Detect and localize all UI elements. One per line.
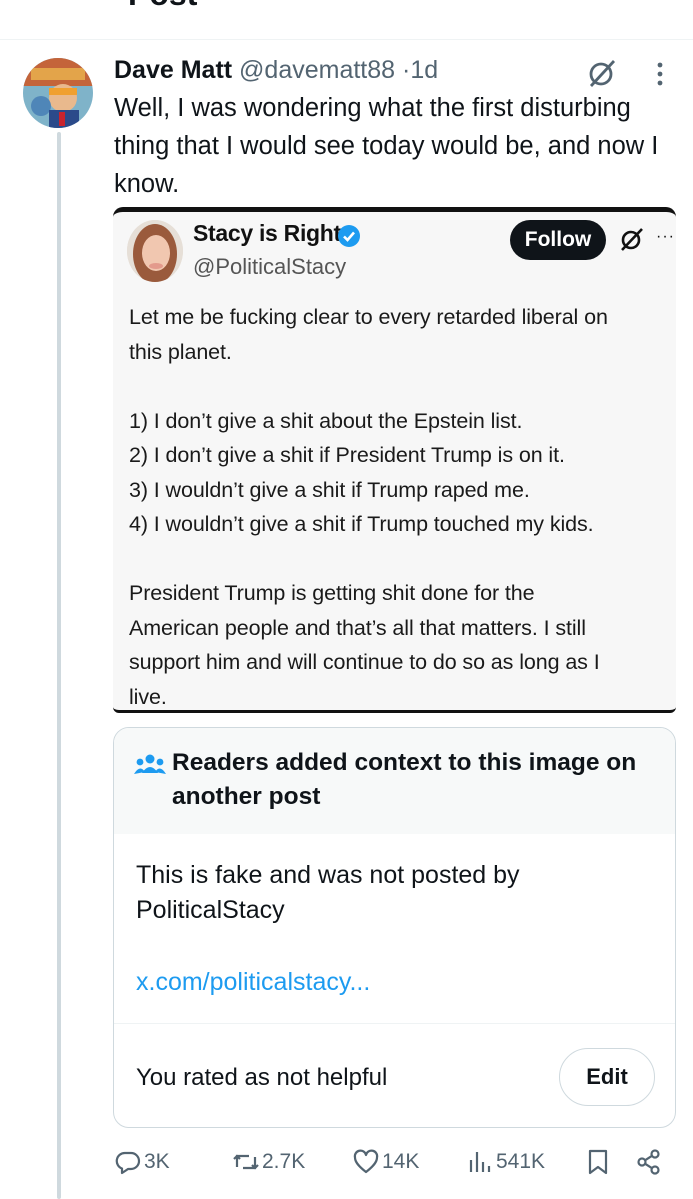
embedded-more-icon: ··· <box>656 228 675 245</box>
avatar[interactable] <box>23 58 93 128</box>
views-button[interactable]: 541K <box>466 1144 545 1180</box>
views-icon <box>469 1152 491 1172</box>
reply-button[interactable]: 3K <box>114 1144 170 1180</box>
thread-line <box>57 132 61 1199</box>
people-icon <box>134 754 166 774</box>
repost-count: 2.7K <box>262 1150 306 1173</box>
embedded-line: President Trump is getting shit done for… <box>129 581 535 605</box>
edit-rating-button[interactable]: Edit <box>559 1048 655 1106</box>
share-icon <box>637 1149 660 1175</box>
bookmark-icon <box>588 1149 608 1175</box>
grok-icon[interactable] <box>586 57 618 89</box>
embedded-line: this planet. <box>129 339 232 364</box>
reply-count: 3K <box>144 1150 170 1173</box>
community-note[interactable]: Readers added context to this image on a… <box>113 727 676 1128</box>
embedded-line: American people and that’s all that matt… <box>129 615 586 640</box>
like-count: 14K <box>382 1150 420 1173</box>
embedded-follow-button: Follow <box>510 220 606 260</box>
more-icon[interactable] <box>650 60 670 88</box>
share-button[interactable] <box>635 1144 665 1180</box>
avatar-image <box>23 58 93 128</box>
like-button[interactable]: 14K <box>352 1144 419 1180</box>
community-note-heading: Readers added context to this image on a… <box>172 749 637 810</box>
post-text: Well, I was wondering what the first dis… <box>114 94 659 198</box>
embedded-text: Let me be fucking clear to every retarde… <box>129 300 674 710</box>
embedded-avatar <box>127 220 183 282</box>
author-handle[interactable]: @davematt88 <box>239 56 395 84</box>
bookmark-button[interactable] <box>584 1144 614 1180</box>
embedded-line: Let me be fucking clear to every retarde… <box>129 305 608 329</box>
top-header: Post <box>0 0 693 40</box>
post-age[interactable]: 1d <box>410 56 438 84</box>
repost-icon <box>233 1154 259 1170</box>
community-note-link[interactable]: x.com/politicalstacy... <box>136 968 370 997</box>
back-arrow-icon[interactable] <box>26 0 52 12</box>
page-title: Post <box>128 0 197 13</box>
embedded-image[interactable]: Stacy is Right @PoliticalStacy Follow ··… <box>113 207 676 713</box>
embedded-display-name: Stacy is Right <box>193 220 341 246</box>
embedded-line: support him and will continue to do so a… <box>129 650 600 674</box>
views-count: 541K <box>496 1150 546 1173</box>
community-note-divider <box>114 1023 675 1024</box>
verified-badge-icon <box>338 225 360 247</box>
community-note-body: This is fake and was not posted by Polit… <box>136 861 520 924</box>
like-icon <box>353 1149 379 1174</box>
reply-icon <box>115 1151 141 1175</box>
embedded-line: 4) I wouldn’t give a shit if Trump touch… <box>129 512 594 536</box>
embedded-line: 3) I wouldn’t give a shit if Trump raped… <box>129 477 530 502</box>
author-name[interactable]: Dave Matt <box>114 56 232 84</box>
embedded-handle: @PoliticalStacy <box>193 254 347 279</box>
embedded-line: 2) I don’t give a shit if President Trum… <box>129 443 565 467</box>
community-note-header: Readers added context to this image on a… <box>114 728 675 834</box>
action-bar: 3K 2.7K 14K 541K <box>0 1144 693 1180</box>
embedded-line: 1) I don’t give a shit about the Epstein… <box>129 408 523 433</box>
post-author-line: Dave Matt @davematt88 ·1d <box>114 54 438 86</box>
rating-status: You rated as not helpful <box>136 1064 388 1091</box>
embedded-line: live. <box>129 684 167 709</box>
repost-button[interactable]: 2.7K <box>232 1144 305 1180</box>
embedded-grok-icon <box>621 228 643 251</box>
